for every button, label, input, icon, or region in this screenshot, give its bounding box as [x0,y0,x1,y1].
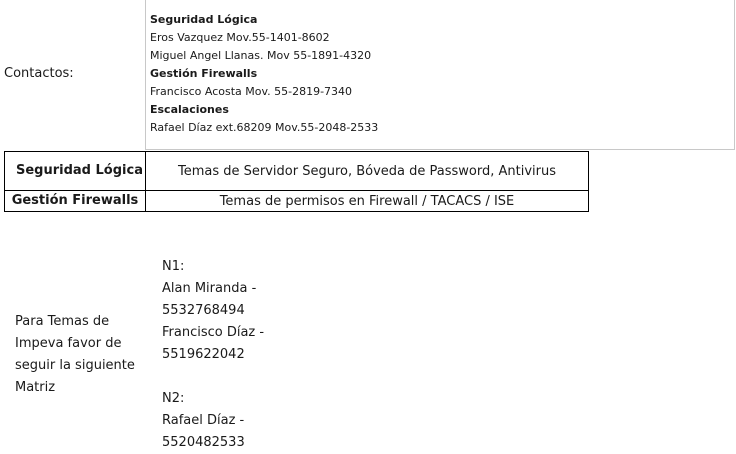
matrix-line: 5520482533 [162,435,245,450]
matrix-line: Rafael Díaz - [162,413,245,428]
matrix-line: 5519622042 [162,347,245,362]
area-row: Gestión Firewalls Temas de permisos en F… [5,191,588,211]
contacts-label: Contactos: [4,66,74,81]
contact-entry: Francisco Acosta Mov. 55-2819-7340 [150,85,353,98]
contact-heading: Gestión Firewalls [150,67,258,80]
contacts-cell: Seguridad Lógica Eros Vazquez Mov.55-140… [145,0,735,150]
area-name: Seguridad Lógica [5,152,146,190]
contact-heading: Escalaciones [150,103,229,116]
matrix-line: Alan Miranda - [162,281,257,296]
area-description: Temas de permisos en Firewall / TACACS /… [219,193,515,209]
matrix-line: N1: [162,259,185,274]
area-table: Seguridad Lógica Temas de Servidor Segur… [4,151,589,212]
contact-entry: Eros Vazquez Mov.55-1401-8602 [150,31,330,44]
area-row: Seguridad Lógica Temas de Servidor Segur… [5,152,588,191]
contact-entry: Miguel Angel Llanas. Mov 55-1891-4320 [150,49,372,62]
contact-heading: Seguridad Lógica [150,13,258,26]
matrix-line [162,366,332,388]
matrix-line: 5532768494 [162,303,245,318]
escalation-matrix: N1: Alan Miranda - 5532768494 Francisco … [162,256,332,454]
impeva-label: Para Temas de Impeva favor de seguir la … [15,314,135,395]
matrix-line: Francisco Díaz - [162,325,265,340]
area-description: Temas de Servidor Seguro, Bóveda de Pass… [177,163,557,179]
contact-entry: Rafael Díaz ext.68209 Mov.55-2048-2533 [150,121,379,134]
area-name: Gestión Firewalls [5,191,146,211]
matrix-line: N2: [162,391,185,406]
